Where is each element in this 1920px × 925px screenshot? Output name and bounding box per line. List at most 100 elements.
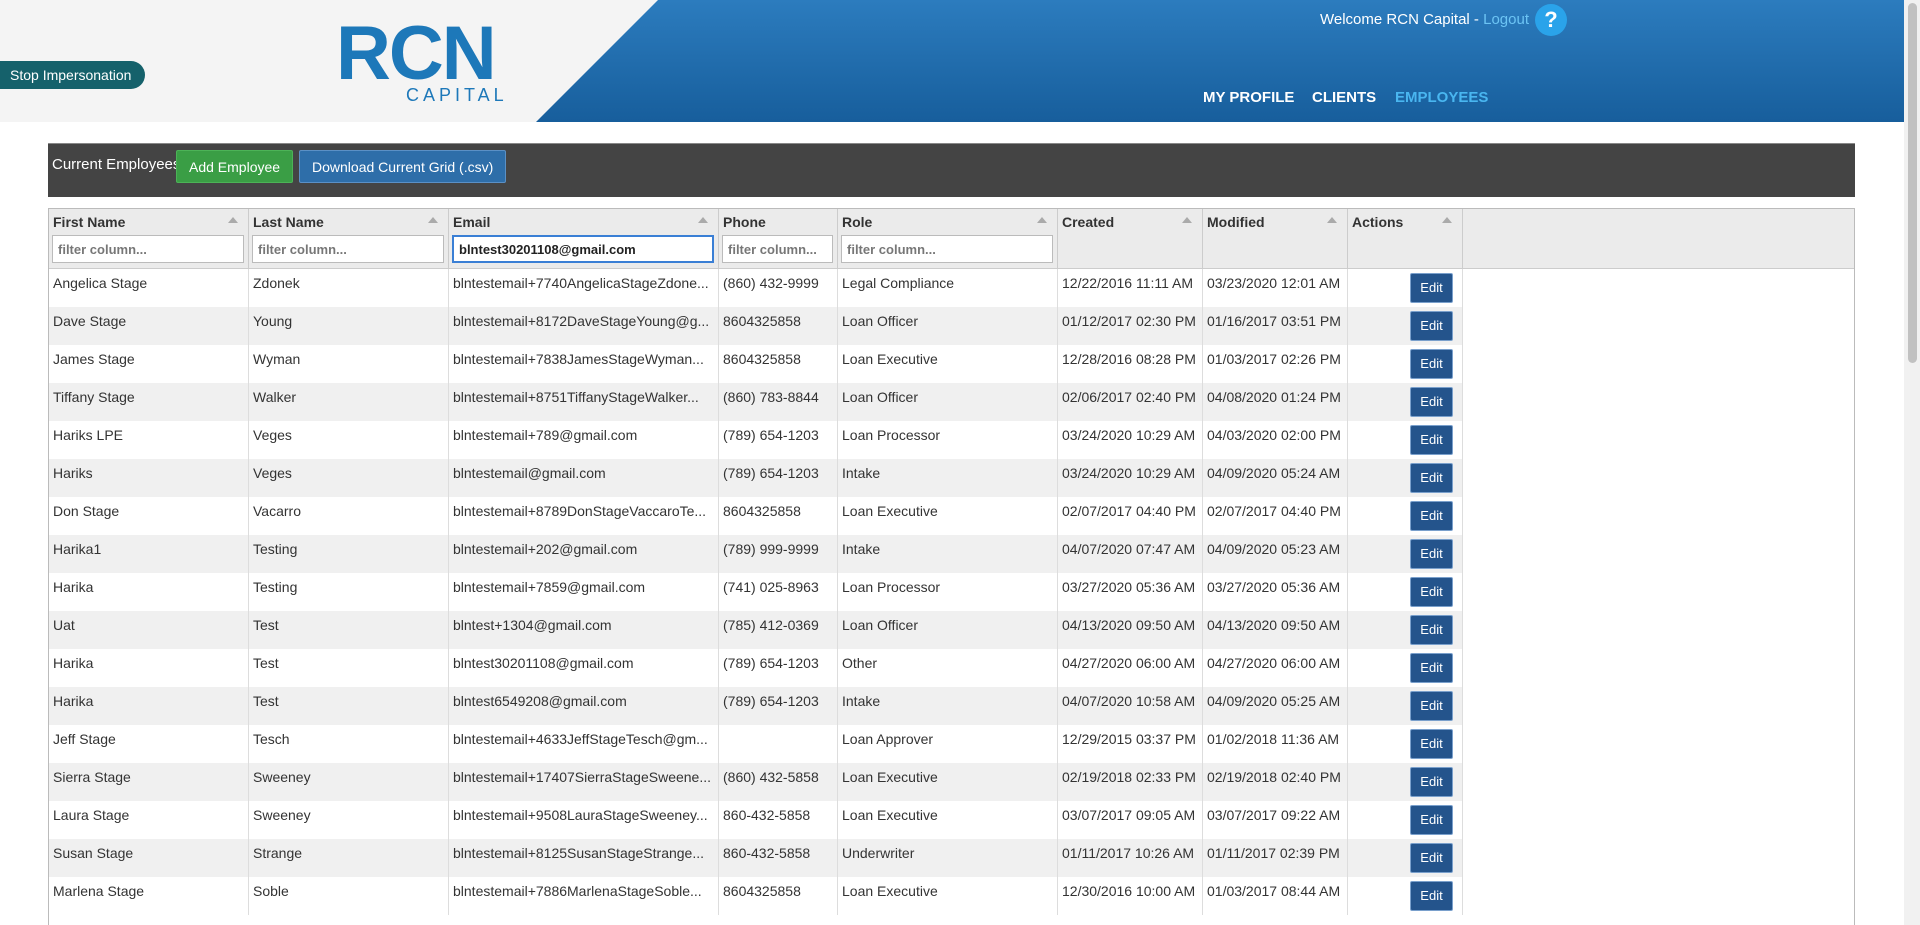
cell-email: blntest30201108@gmail.com: [449, 649, 719, 687]
table-row[interactable]: James Stage Wyman blntestemail+7838JamesSt…: [49, 345, 1854, 383]
cell-role: Loan Officer: [838, 611, 1058, 649]
table-row[interactable]: Laura Stage Sweeney blntestemail+9508Laura…: [49, 801, 1854, 839]
cell-last: Wyman: [249, 345, 449, 383]
column-header-last-name[interactable]: Last Name: [249, 209, 449, 268]
nav-clients[interactable]: CLIENTS: [1312, 89, 1376, 106]
employees-toolbar: Current Employees Add Employee Download …: [48, 143, 1855, 197]
cell-created: 02/06/2017 02:40 PM: [1058, 383, 1203, 421]
email-filter-input[interactable]: [452, 235, 714, 263]
edit-button[interactable]: Edit: [1410, 273, 1453, 303]
table-row[interactable]: Don Stage Vacarro blntestemail+8789DonStag…: [49, 497, 1854, 535]
cell-first: Hariks: [49, 459, 249, 497]
edit-button[interactable]: Edit: [1410, 805, 1453, 835]
edit-button[interactable]: Edit: [1410, 539, 1453, 569]
table-row[interactable]: Harika Test blntest6549208@gmail.com (789) …: [49, 687, 1854, 725]
edit-button[interactable]: Edit: [1410, 577, 1453, 607]
employees-grid: First Name Last Name Email Phone Role Cr…: [48, 208, 1855, 925]
app-header: Stop Impersonation RCN CAPITAL Welcome R…: [0, 0, 1904, 122]
download-csv-button[interactable]: Download Current Grid (.csv): [299, 150, 507, 183]
table-row[interactable]: Dave Stage Young blntestemail+8172DaveStag…: [49, 307, 1854, 345]
edit-button[interactable]: Edit: [1410, 767, 1453, 797]
role-filter-input[interactable]: [841, 235, 1053, 263]
cell-last: Sweeney: [249, 801, 449, 839]
cell-first: Hariks LPE: [49, 421, 249, 459]
nav-employees[interactable]: EMPLOYEES: [1395, 89, 1488, 106]
sort-arrow-icon[interactable]: [1327, 217, 1337, 223]
help-icon[interactable]: ?: [1535, 4, 1567, 36]
cell-created: 01/12/2017 02:30 PM: [1058, 307, 1203, 345]
table-row[interactable]: Harika Test blntest30201108@gmail.com (789)…: [49, 649, 1854, 687]
edit-button[interactable]: Edit: [1410, 615, 1453, 645]
table-row[interactable]: Sierra Stage Sweeney blntestemail+17407Sie…: [49, 763, 1854, 801]
cell-created: 02/07/2017 04:40 PM: [1058, 497, 1203, 535]
sort-arrow-icon[interactable]: [1182, 217, 1192, 223]
cell-modified: 03/27/2020 05:36 AM: [1203, 573, 1348, 611]
table-row[interactable]: Jeff Stage Tesch blntestemail+4633JeffStag…: [49, 725, 1854, 763]
cell-actions: Edit: [1348, 535, 1463, 573]
column-header-created[interactable]: Created: [1058, 209, 1203, 268]
table-row[interactable]: Tiffany Stage Walker blntestemail+8751Tiff…: [49, 383, 1854, 421]
cell-last: Young: [249, 307, 449, 345]
sort-arrow-icon[interactable]: [1037, 217, 1047, 223]
edit-button[interactable]: Edit: [1410, 691, 1453, 721]
edit-button[interactable]: Edit: [1410, 881, 1453, 911]
edit-button[interactable]: Edit: [1410, 425, 1453, 455]
column-header-role[interactable]: Role: [838, 209, 1058, 268]
table-row[interactable]: Hariks Veges blntestemail@gmail.com (789) 6…: [49, 459, 1854, 497]
edit-button[interactable]: Edit: [1410, 843, 1453, 873]
table-row[interactable]: Uat Test blntest+1304@gmail.com (785) 412-0…: [49, 611, 1854, 649]
phone-filter-input[interactable]: [722, 235, 833, 263]
edit-button[interactable]: Edit: [1410, 311, 1453, 341]
cell-phone: (789) 654-1203: [719, 459, 838, 497]
edit-button[interactable]: Edit: [1410, 501, 1453, 531]
cell-modified: 01/11/2017 02:39 PM: [1203, 839, 1348, 877]
cell-actions: Edit: [1348, 649, 1463, 687]
last-name-filter-input[interactable]: [252, 235, 444, 263]
stop-impersonation-button[interactable]: Stop Impersonation: [0, 61, 146, 89]
column-label: Modified: [1207, 214, 1265, 230]
page-scrollbar[interactable]: [1904, 0, 1920, 925]
column-header-email[interactable]: Email: [449, 209, 719, 268]
sort-arrow-icon[interactable]: [698, 217, 708, 223]
cell-first: Dave Stage: [49, 307, 249, 345]
cell-last: Zdonek: [249, 269, 449, 307]
cell-email: blntestemail+8751TiffanyStageWalker...: [449, 383, 719, 421]
sort-arrow-icon[interactable]: [1442, 217, 1452, 223]
column-header-phone[interactable]: Phone: [719, 209, 838, 268]
cell-created: 02/19/2018 02:33 PM: [1058, 763, 1203, 801]
table-row[interactable]: Angelica Stage Zdonek blntestemail+7740Ang…: [49, 269, 1854, 307]
edit-button[interactable]: Edit: [1410, 349, 1453, 379]
scrollbar-thumb[interactable]: [1908, 3, 1917, 363]
edit-button[interactable]: Edit: [1410, 653, 1453, 683]
first-name-filter-input[interactable]: [52, 235, 244, 263]
sort-arrow-icon[interactable]: [228, 217, 238, 223]
cell-modified: 03/07/2017 09:22 AM: [1203, 801, 1348, 839]
table-row[interactable]: Marlena Stage Soble blntestemail+7886Marle…: [49, 877, 1854, 915]
cell-actions: Edit: [1348, 269, 1463, 307]
table-row[interactable]: Susan Stage Strange blntestemail+8125Susan…: [49, 839, 1854, 877]
cell-created: 12/29/2015 03:37 PM: [1058, 725, 1203, 763]
sort-arrow-icon[interactable]: [428, 217, 438, 223]
edit-button[interactable]: Edit: [1410, 729, 1453, 759]
edit-button[interactable]: Edit: [1410, 387, 1453, 417]
table-row[interactable]: Harika1 Testing blntestemail+202@gmail.com…: [49, 535, 1854, 573]
grid-rows: Angelica Stage Zdonek blntestemail+7740Ang…: [49, 269, 1854, 915]
cell-actions: Edit: [1348, 839, 1463, 877]
cell-modified: 01/02/2018 11:36 AM: [1203, 725, 1348, 763]
cell-created: 12/30/2016 10:00 AM: [1058, 877, 1203, 915]
cell-email: blntestemail+8789DonStageVaccaroTe...: [449, 497, 719, 535]
column-header-actions[interactable]: Actions: [1348, 209, 1463, 268]
cell-phone: 8604325858: [719, 307, 838, 345]
column-label: Email: [453, 214, 491, 230]
cell-email: blntest+1304@gmail.com: [449, 611, 719, 649]
table-row[interactable]: Harika Testing blntestemail+7859@gmail.com…: [49, 573, 1854, 611]
add-employee-button[interactable]: Add Employee: [176, 150, 294, 183]
cell-email: blntestemail+8172DaveStageYoung@g...: [449, 307, 719, 345]
nav-my-profile[interactable]: MY PROFILE: [1203, 89, 1294, 106]
table-row[interactable]: Hariks LPE Veges blntestemail+789@gmail.co…: [49, 421, 1854, 459]
column-header-modified[interactable]: Modified: [1203, 209, 1348, 268]
column-header-first-name[interactable]: First Name: [49, 209, 249, 268]
edit-button[interactable]: Edit: [1410, 463, 1453, 493]
cell-role: Loan Executive: [838, 763, 1058, 801]
logout-link[interactable]: Logout: [1483, 11, 1529, 28]
